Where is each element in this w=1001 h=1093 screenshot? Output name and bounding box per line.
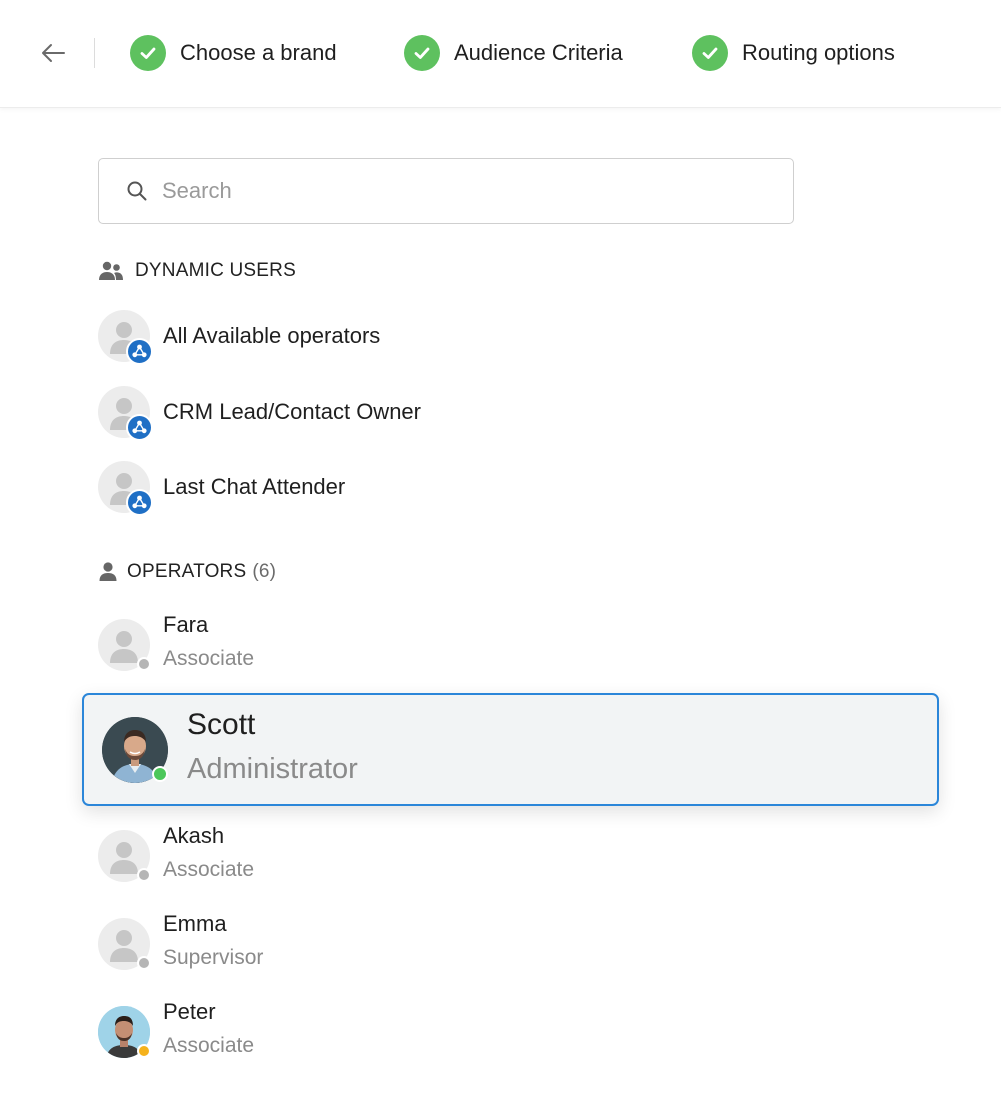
step-routing-options[interactable]: Routing options xyxy=(692,35,895,71)
step-audience-criteria[interactable]: Audience Criteria xyxy=(404,35,623,71)
routing-icon xyxy=(126,338,153,365)
avatar xyxy=(98,310,153,365)
dynamic-user-label: CRM Lead/Contact Owner xyxy=(163,399,421,424)
dynamic-users-header: DYNAMIC USERS xyxy=(98,259,296,283)
section-title: DYNAMIC USERS xyxy=(135,260,296,281)
dynamic-user-item[interactable]: CRM Lead/Contact Owner xyxy=(98,386,421,441)
operator-role: Associate xyxy=(163,647,255,670)
status-online-indicator xyxy=(152,765,168,782)
routing-icon xyxy=(126,489,153,516)
step-header: Choose a brand Audience Criteria Routing… xyxy=(0,0,1001,108)
status-offline-indicator xyxy=(137,657,151,671)
operators-count: (6) xyxy=(252,561,277,582)
users-group-icon xyxy=(99,261,123,280)
operator-name: Akash xyxy=(163,823,225,848)
operator-role: Associate xyxy=(163,1034,255,1057)
status-offline-indicator xyxy=(137,868,151,882)
operator-item[interactable]: Emma Supervisor xyxy=(98,911,263,971)
dynamic-user-label: Last Chat Attender xyxy=(163,474,346,499)
avatar xyxy=(98,619,151,671)
operator-item[interactable]: Peter Associate xyxy=(98,999,254,1059)
check-circle-icon xyxy=(404,35,440,71)
step-label: Choose a brand xyxy=(180,40,337,65)
avatar xyxy=(98,461,153,516)
arrow-left-icon xyxy=(42,44,65,62)
step-label: Routing options xyxy=(742,40,895,65)
operator-role: Administrator xyxy=(187,752,358,785)
step-label: Audience Criteria xyxy=(454,40,623,65)
avatar xyxy=(98,918,151,970)
dynamic-user-label: All Available operators xyxy=(163,323,381,348)
status-away-indicator xyxy=(137,1044,151,1058)
dynamic-user-item[interactable]: All Available operators xyxy=(98,310,381,365)
status-offline-indicator xyxy=(137,956,151,970)
operator-item-selected[interactable]: Scott Administrator xyxy=(82,693,939,806)
search-input[interactable] xyxy=(162,178,742,204)
operator-name: Emma xyxy=(163,911,227,936)
operator-item[interactable]: Akash Associate xyxy=(98,823,254,883)
avatar xyxy=(98,830,151,882)
back-button[interactable] xyxy=(38,38,68,68)
check-circle-icon xyxy=(692,35,728,71)
operator-name: Scott xyxy=(187,707,256,741)
section-title: OPERATORS xyxy=(127,561,247,582)
avatar xyxy=(102,716,168,783)
dynamic-user-item[interactable]: Last Chat Attender xyxy=(98,461,346,516)
operator-name: Peter xyxy=(163,999,216,1024)
routing-icon xyxy=(126,414,153,441)
search-box[interactable] xyxy=(98,158,794,224)
operator-name: Fara xyxy=(163,612,209,637)
header-divider xyxy=(94,38,95,68)
operators-header: OPERATORS (6) xyxy=(98,560,276,584)
step-choose-brand[interactable]: Choose a brand xyxy=(130,35,337,71)
avatar xyxy=(98,386,153,441)
search-icon xyxy=(127,181,147,201)
user-icon xyxy=(99,562,117,581)
avatar xyxy=(98,1006,151,1058)
operator-role: Associate xyxy=(163,858,255,881)
operator-item[interactable]: Fara Associate xyxy=(98,612,254,672)
check-circle-icon xyxy=(130,35,166,71)
operator-role: Supervisor xyxy=(163,946,264,969)
